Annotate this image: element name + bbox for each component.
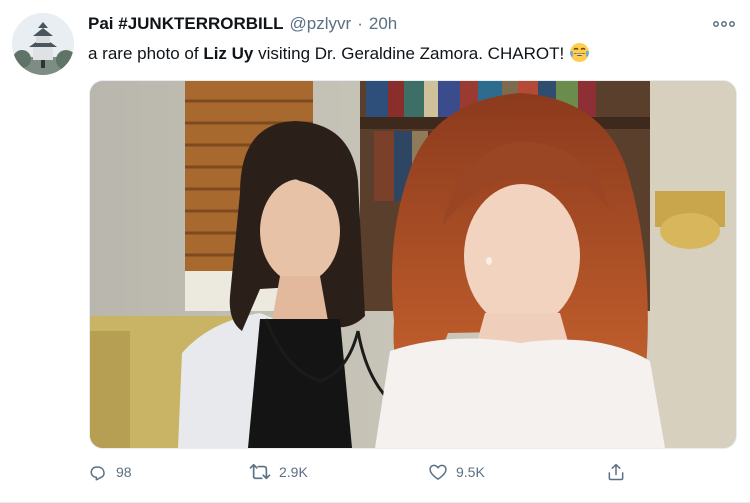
reply-icon — [90, 466, 105, 481]
tweet-card[interactable]: Pai #JUNKTERRORBILL @pzlyvr · 20h a rare… — [0, 0, 750, 503]
tweet-actions: 98 2.9K 9.5K — [84, 455, 644, 489]
castle-avatar-image — [12, 13, 74, 75]
tears-of-joy-emoji — [569, 42, 590, 70]
tweet-text-before: a rare photo of — [88, 44, 204, 63]
retweet-icon — [249, 463, 271, 480]
tweet-text: a rare photo of Liz Uy visiting Dr. Gera… — [88, 42, 590, 70]
retweet-count: 2.9K — [279, 464, 308, 480]
tweet-header: Pai #JUNKTERRORBILL @pzlyvr · 20h — [88, 14, 397, 38]
avatar[interactable] — [12, 13, 74, 75]
meta-separator: · — [357, 14, 363, 33]
reply-count: 98 — [116, 464, 132, 480]
doctor-visit-photo — [90, 81, 736, 448]
more-options-button[interactable] — [710, 12, 738, 36]
tweet-text-after: visiting Dr. Geraldine Zamora. CHAROT! — [253, 44, 569, 63]
more-horizontal-icon — [713, 21, 735, 27]
like-button[interactable]: 9.5K — [428, 462, 485, 482]
share-button[interactable] — [606, 462, 626, 482]
author-name[interactable]: Pai #JUNKTERRORBILL — [88, 14, 284, 34]
author-handle[interactable]: @pzlyvr — [290, 14, 352, 34]
retweet-button[interactable]: 2.9K — [249, 462, 308, 482]
tweet-time[interactable]: 20h — [369, 14, 397, 34]
like-count: 9.5K — [456, 464, 485, 480]
reply-button[interactable]: 98 — [88, 462, 132, 482]
tweet-photo[interactable] — [89, 80, 737, 449]
heart-icon — [429, 464, 447, 480]
share-icon — [608, 463, 624, 481]
tweet-bold-name: Liz Uy — [203, 44, 254, 63]
